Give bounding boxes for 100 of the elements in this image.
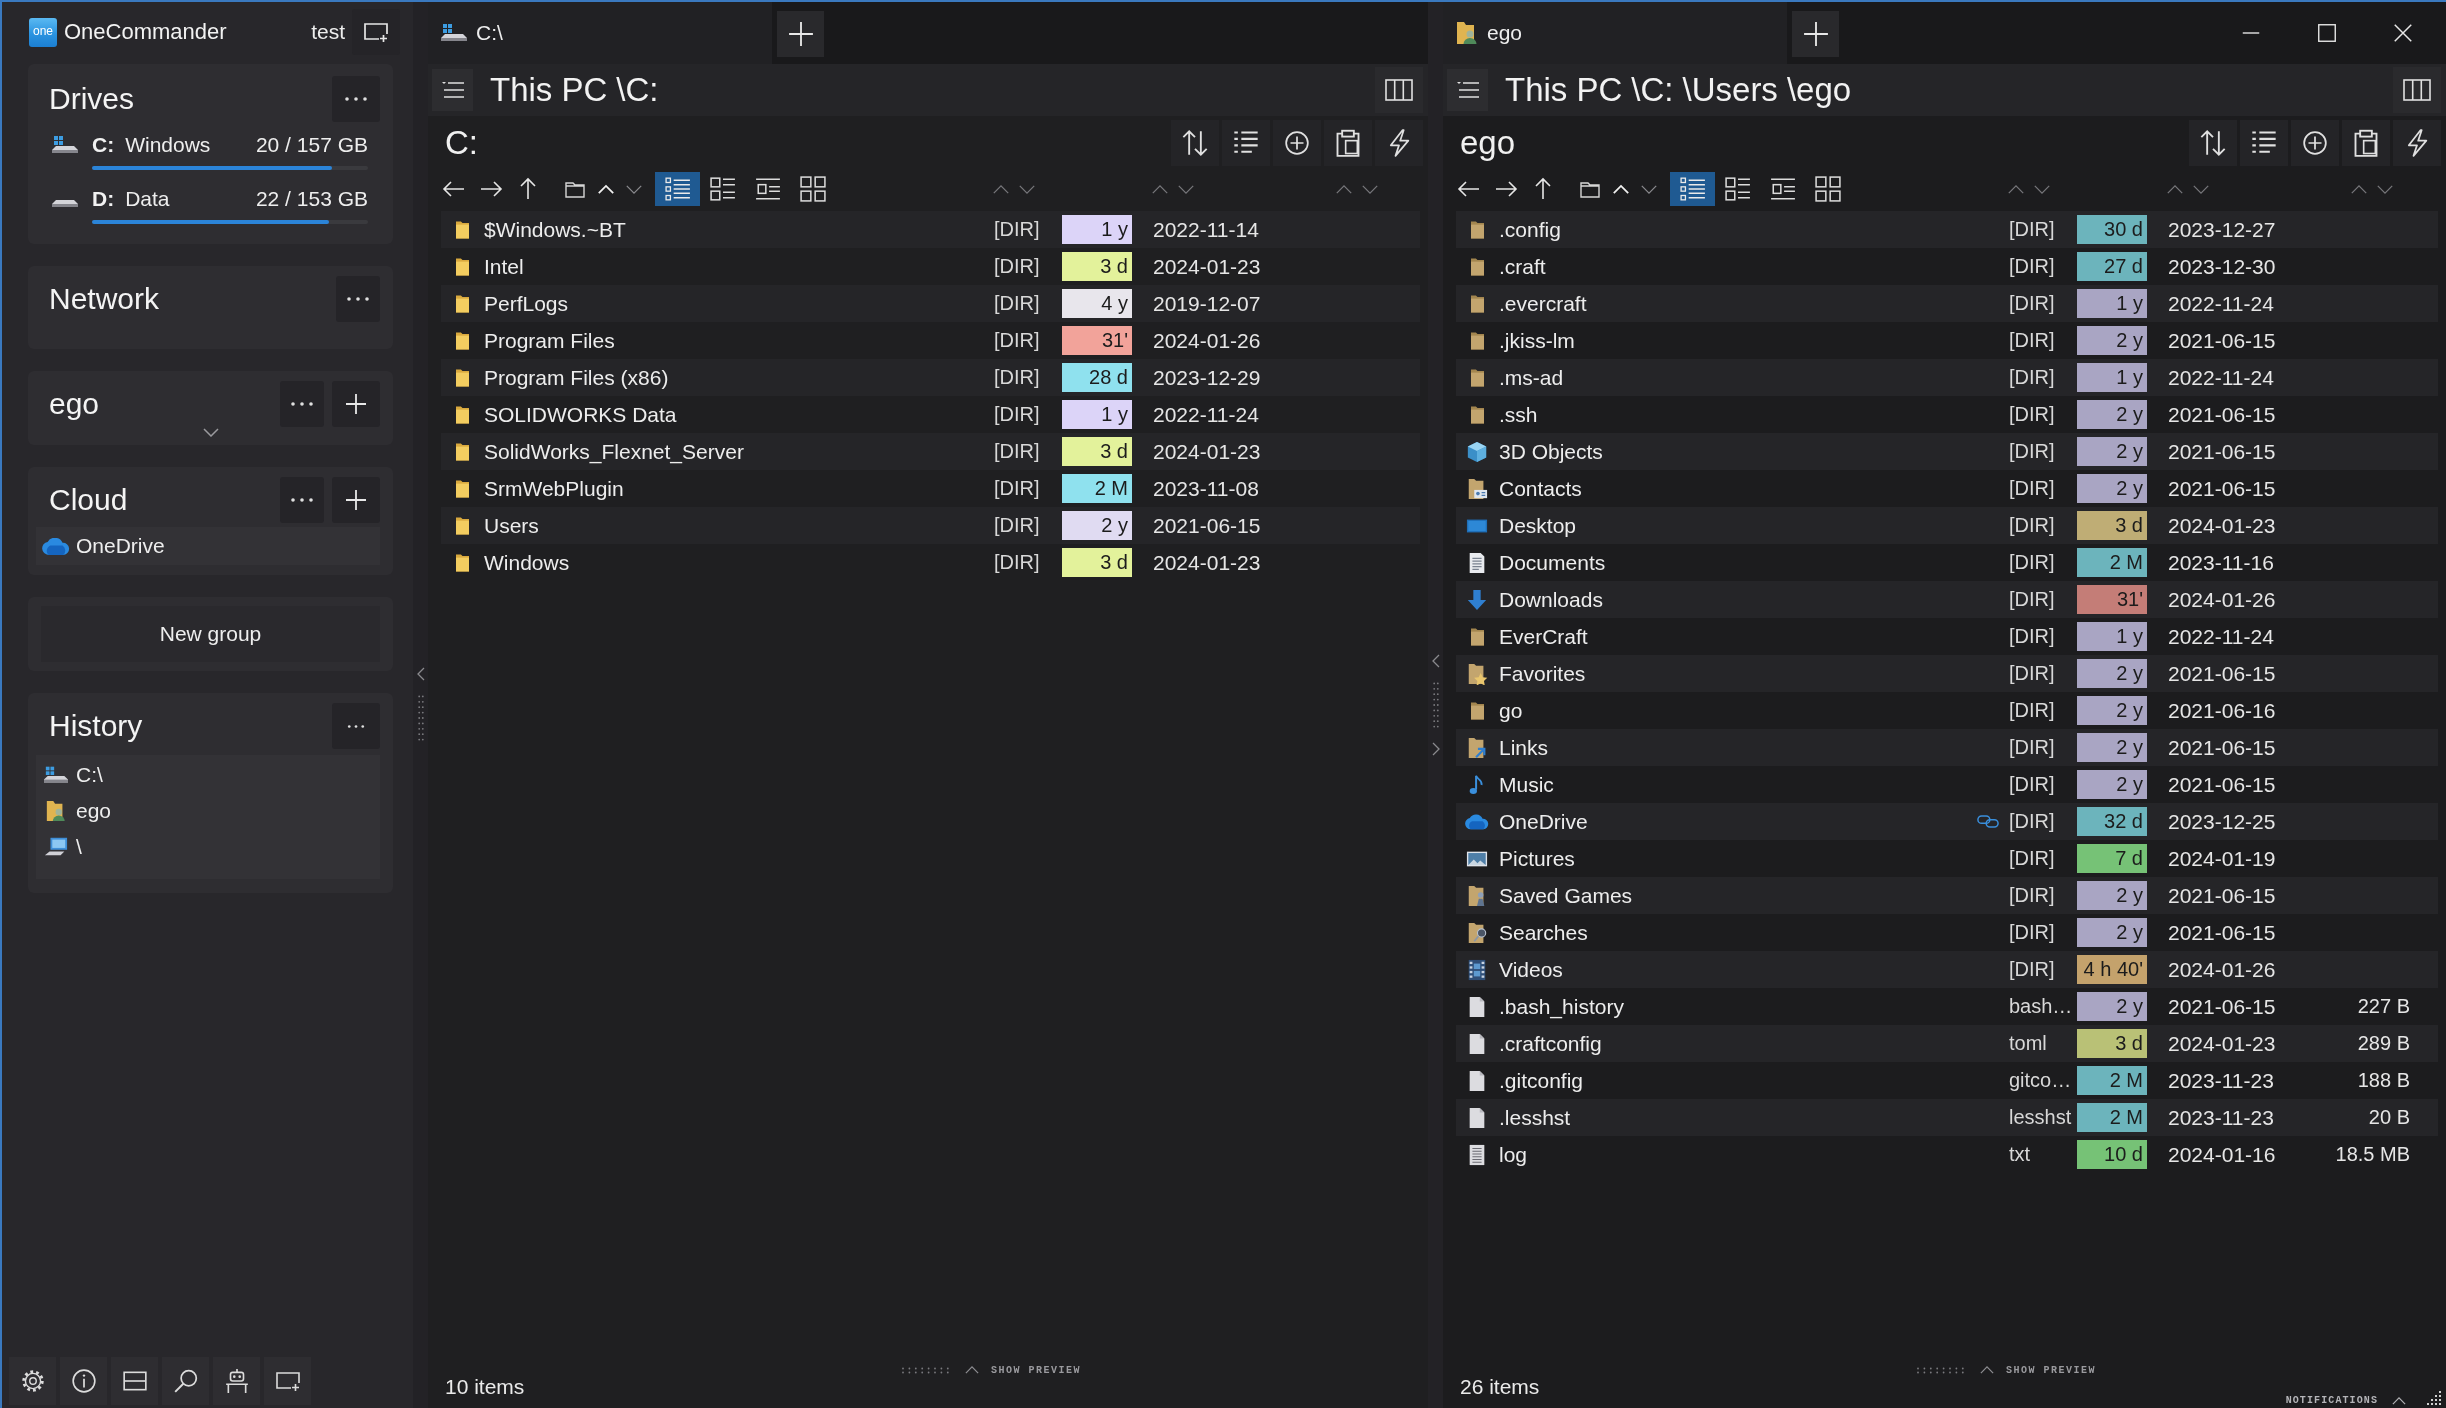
file-type: [DIR] — [994, 477, 1041, 500]
search-button[interactable] — [162, 1357, 209, 1405]
file-size: 289 B — [2356, 1032, 2410, 1055]
modified-date: 2024-01-23 — [2167, 1031, 2277, 1056]
show-preview-button[interactable]: SHOW PREVIEW — [965, 1364, 1081, 1376]
folder-icon — [455, 404, 469, 425]
clipboard-icon — [1334, 129, 1362, 157]
age-badge: 3 d — [1062, 437, 1132, 466]
settings-button[interactable] — [9, 1357, 56, 1405]
file-row[interactable]: SOLIDWORKS Data [DIR] 1 y 2022-11-24 — [441, 396, 1420, 433]
file-row[interactable]: Users [DIR] 2 y 2021-06-15 — [441, 507, 1420, 544]
chevron-left-icon[interactable] — [1431, 654, 1440, 668]
grip-icon[interactable] — [900, 1366, 952, 1374]
modified-date: 2021-06-16 — [2167, 698, 2277, 723]
grip-icon[interactable] — [1432, 680, 1439, 730]
down-arrow-icon — [1465, 588, 1489, 611]
sort-button[interactable] — [1171, 120, 1219, 166]
file-type: [DIR] — [994, 514, 1041, 537]
file-type: [DIR] — [2009, 218, 2056, 241]
modified-date: 2021-06-15 — [1152, 513, 1262, 538]
modified-date: 2024-01-19 — [2167, 846, 2277, 871]
workspace-name[interactable]: test — [311, 20, 345, 44]
search-icon — [172, 1368, 199, 1394]
menu-button[interactable] — [432, 69, 473, 111]
folder-icon — [1470, 367, 1484, 388]
chevron-down-icon[interactable] — [1361, 183, 1379, 195]
file-type: [DIR] — [994, 255, 1041, 278]
breadcrumb-link[interactable]: This PC — [490, 71, 608, 109]
file-row[interactable]: Program Files (x86) [DIR] 28 d 2023-12-29 — [441, 359, 1420, 396]
age-badge: 1 y — [1062, 400, 1132, 429]
file-row[interactable]: Windows [DIR] 3 d 2024-01-23 — [441, 544, 1420, 581]
file-size: 188 B — [2356, 1069, 2410, 1092]
info-icon — [70, 1368, 97, 1394]
folder-icon — [455, 552, 469, 573]
file-type: bash… — [2009, 995, 2074, 1018]
modified-date: 2022-11-14 — [1152, 217, 1260, 242]
app-logo: one — [29, 17, 57, 47]
group-item[interactable]: OneDrive — [36, 527, 380, 565]
file-type: [DIR] — [2009, 588, 2056, 611]
breadcrumb-link[interactable]: \C: — [616, 71, 659, 109]
drive-label[interactable]: Data — [125, 187, 170, 211]
file-type: gitco… — [2009, 1069, 2073, 1092]
modified-date: 2021-06-15 — [2167, 402, 2277, 427]
drive-letter[interactable]: C: — [92, 133, 115, 157]
chevron-down-icon[interactable] — [1177, 183, 1195, 195]
file-name: PerfLogs — [484, 291, 569, 316]
new-group-button[interactable]: New group — [41, 606, 380, 662]
chevron-down-icon[interactable] — [1018, 183, 1036, 195]
user-folder-icon — [44, 800, 68, 822]
new-window-button[interactable] — [264, 1357, 311, 1405]
history-item[interactable]: C:\ — [36, 757, 380, 793]
age-badge: 3 d — [1062, 548, 1132, 577]
age-badge: 7 d — [2077, 844, 2147, 873]
chevron-left-icon[interactable] — [416, 667, 425, 681]
file-type: [DIR] — [2009, 773, 2056, 796]
plus-icon — [787, 21, 814, 47]
modified-date: 2021-06-15 — [2167, 439, 2277, 464]
file-row[interactable]: Intel [DIR] 3 d 2024-01-23 — [441, 248, 1420, 285]
details-view-icon — [664, 176, 691, 202]
file-name: Program Files (x86) — [484, 365, 669, 390]
folder-icon — [1470, 256, 1484, 277]
details-view-icon — [1679, 176, 1706, 202]
paste-button[interactable] — [1324, 120, 1372, 166]
new-tab-button[interactable] — [777, 11, 824, 57]
file-row[interactable]: Program Files [DIR] 31' 2024-01-26 — [441, 322, 1420, 359]
tab[interactable]: C:\ — [428, 2, 772, 64]
chevron-right-icon[interactable] — [1431, 742, 1440, 756]
grip-icon[interactable] — [417, 693, 424, 743]
file-row[interactable]: PerfLogs [DIR] 4 y 2019-12-07 — [441, 285, 1420, 322]
chevron-down-icon[interactable] — [202, 428, 219, 437]
add-button[interactable] — [332, 477, 380, 523]
drive-letter[interactable]: D: — [92, 187, 115, 211]
computer-icon — [44, 836, 68, 858]
file-row[interactable]: $Windows.~BT [DIR] 1 y 2022-11-14 — [441, 211, 1420, 248]
list-button[interactable] — [1222, 120, 1270, 166]
file-name: Music — [1499, 772, 1554, 797]
details-view-button[interactable] — [655, 172, 700, 206]
modified-date: 2023-11-23 — [2167, 1105, 2275, 1130]
file-row[interactable]: SolidWorks_Flexnet_Server [DIR] 3 d 2024-01-23 — [441, 433, 1420, 470]
layout-button[interactable] — [111, 1357, 158, 1405]
columns-button[interactable] — [1375, 67, 1423, 113]
file-name: SOLIDWORKS Data — [484, 402, 677, 427]
age-badge: 2 M — [1062, 474, 1132, 503]
chevron-down-icon[interactable] — [625, 183, 643, 195]
history-item[interactable]: ego — [36, 793, 380, 829]
file-name: .config — [1499, 217, 1561, 242]
modified-date: 2021-06-15 — [2167, 661, 2277, 686]
file-row[interactable]: SrmWebPlugin [DIR] 2 M 2023-11-08 — [441, 470, 1420, 507]
drive-label[interactable]: Windows — [125, 133, 211, 157]
add-button[interactable] — [332, 381, 380, 427]
actions-button[interactable] — [1375, 120, 1423, 166]
file-type: txt — [2009, 1143, 2032, 1166]
more-icon — [290, 401, 314, 407]
modified-date: 2021-06-15 — [2167, 476, 2277, 501]
modified-date: 2023-12-27 — [2167, 217, 2277, 242]
info-button[interactable] — [60, 1357, 107, 1405]
robot-button[interactable] — [213, 1357, 260, 1405]
add-button[interactable] — [1273, 120, 1321, 166]
history-item[interactable]: \ — [36, 829, 380, 865]
file-type: [DIR] — [2009, 514, 2056, 537]
